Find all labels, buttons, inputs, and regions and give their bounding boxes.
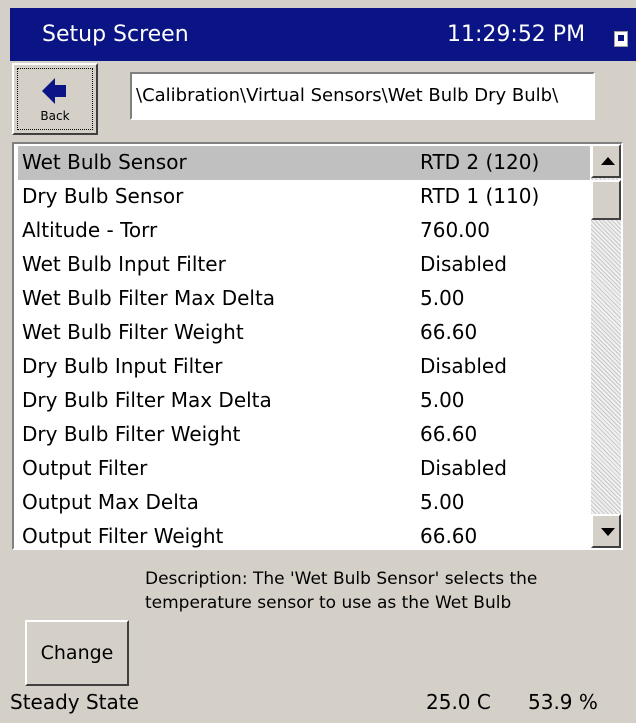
list-item[interactable]: Altitude - Torr 760.00 xyxy=(18,214,590,248)
setting-name: Dry Bulb Input Filter xyxy=(22,354,223,378)
setting-value: 760.00 xyxy=(420,218,490,242)
setting-value: RTD 2 (120) xyxy=(420,150,540,174)
setting-name: Output Filter Weight xyxy=(22,524,224,548)
setting-value: 5.00 xyxy=(420,490,465,514)
setting-value: 66.60 xyxy=(420,320,478,344)
list-item[interactable]: Wet Bulb Filter Max Delta 5.00 xyxy=(18,282,590,316)
scroll-down-button[interactable] xyxy=(591,514,621,548)
status-state: Steady State xyxy=(10,690,139,714)
status-temperature: 25.0 C xyxy=(426,690,491,714)
setting-value: 5.00 xyxy=(420,286,465,310)
setting-value: Disabled xyxy=(420,354,507,378)
list-item[interactable]: Wet Bulb Filter Weight 66.60 xyxy=(18,316,590,350)
setup-screen-window: Setup Screen 11:29:52 PM Back \Calibrati… xyxy=(0,0,636,723)
setting-name: Output Max Delta xyxy=(22,490,199,514)
status-humidity: 53.9 % xyxy=(528,690,598,714)
list-item[interactable]: Wet Bulb Input Filter Disabled xyxy=(18,248,590,282)
scroll-up-arrow-icon xyxy=(601,157,615,165)
back-arrow-icon xyxy=(42,78,66,104)
description-line-1: Description: The 'Wet Bulb Sensor' selec… xyxy=(145,569,538,589)
tray-icon[interactable] xyxy=(614,31,628,47)
setting-value: RTD 1 (110) xyxy=(420,184,540,208)
setting-value: 66.60 xyxy=(420,422,478,446)
back-button[interactable]: Back xyxy=(12,63,98,135)
scroll-down-arrow-icon xyxy=(601,528,615,536)
setting-name: Dry Bulb Sensor xyxy=(22,184,184,208)
settings-rows: Wet Bulb Sensor RTD 2 (120) Dry Bulb Senso… xyxy=(18,146,590,548)
settings-list[interactable]: Wet Bulb Sensor RTD 2 (120) Dry Bulb Senso… xyxy=(12,142,623,550)
list-item[interactable]: Output Max Delta 5.00 xyxy=(18,486,590,520)
scroll-thumb[interactable] xyxy=(591,180,621,220)
change-button[interactable]: Change xyxy=(25,620,129,686)
back-button-label: Back xyxy=(40,109,70,123)
setting-name: Wet Bulb Input Filter xyxy=(22,252,226,276)
setting-value: 66.60 xyxy=(420,524,478,548)
clock: 11:29:52 PM xyxy=(447,22,586,47)
vertical-scrollbar[interactable] xyxy=(591,144,621,548)
status-bar: Steady State 25.0 C 53.9 % xyxy=(10,686,636,723)
setting-name: Wet Bulb Filter Max Delta xyxy=(22,286,276,310)
setting-name: Dry Bulb Filter Weight xyxy=(22,422,241,446)
setting-value: 5.00 xyxy=(420,388,465,412)
scroll-up-button[interactable] xyxy=(591,144,621,178)
setting-name: Wet Bulb Filter Weight xyxy=(22,320,244,344)
description-text: Description: The 'Wet Bulb Sensor' selec… xyxy=(145,567,625,615)
description-line-2: temperature sensor to use as the Wet Bul… xyxy=(145,593,512,613)
list-item[interactable]: Dry Bulb Filter Weight 66.60 xyxy=(18,418,590,452)
setting-name: Output Filter xyxy=(22,456,148,480)
setting-name: Altitude - Torr xyxy=(22,218,158,242)
title-bar: Setup Screen 11:29:52 PM xyxy=(10,8,636,61)
setting-name: Dry Bulb Filter Max Delta xyxy=(22,388,272,412)
list-item[interactable]: Dry Bulb Input Filter Disabled xyxy=(18,350,590,384)
list-item[interactable]: Output Filter Weight 66.60 xyxy=(18,520,590,548)
list-item[interactable]: Dry Bulb Filter Max Delta 5.00 xyxy=(18,384,590,418)
setting-value: Disabled xyxy=(420,456,507,480)
list-item[interactable]: Dry Bulb Sensor RTD 1 (110) xyxy=(18,180,590,214)
list-item[interactable]: Output Filter Disabled xyxy=(18,452,590,486)
setting-value: Disabled xyxy=(420,252,507,276)
window-title: Setup Screen xyxy=(42,22,189,47)
setting-name: Wet Bulb Sensor xyxy=(22,150,187,174)
list-item[interactable]: Wet Bulb Sensor RTD 2 (120) xyxy=(18,146,590,180)
path-field: \Calibration\Virtual Sensors\Wet Bulb Dr… xyxy=(130,72,595,120)
